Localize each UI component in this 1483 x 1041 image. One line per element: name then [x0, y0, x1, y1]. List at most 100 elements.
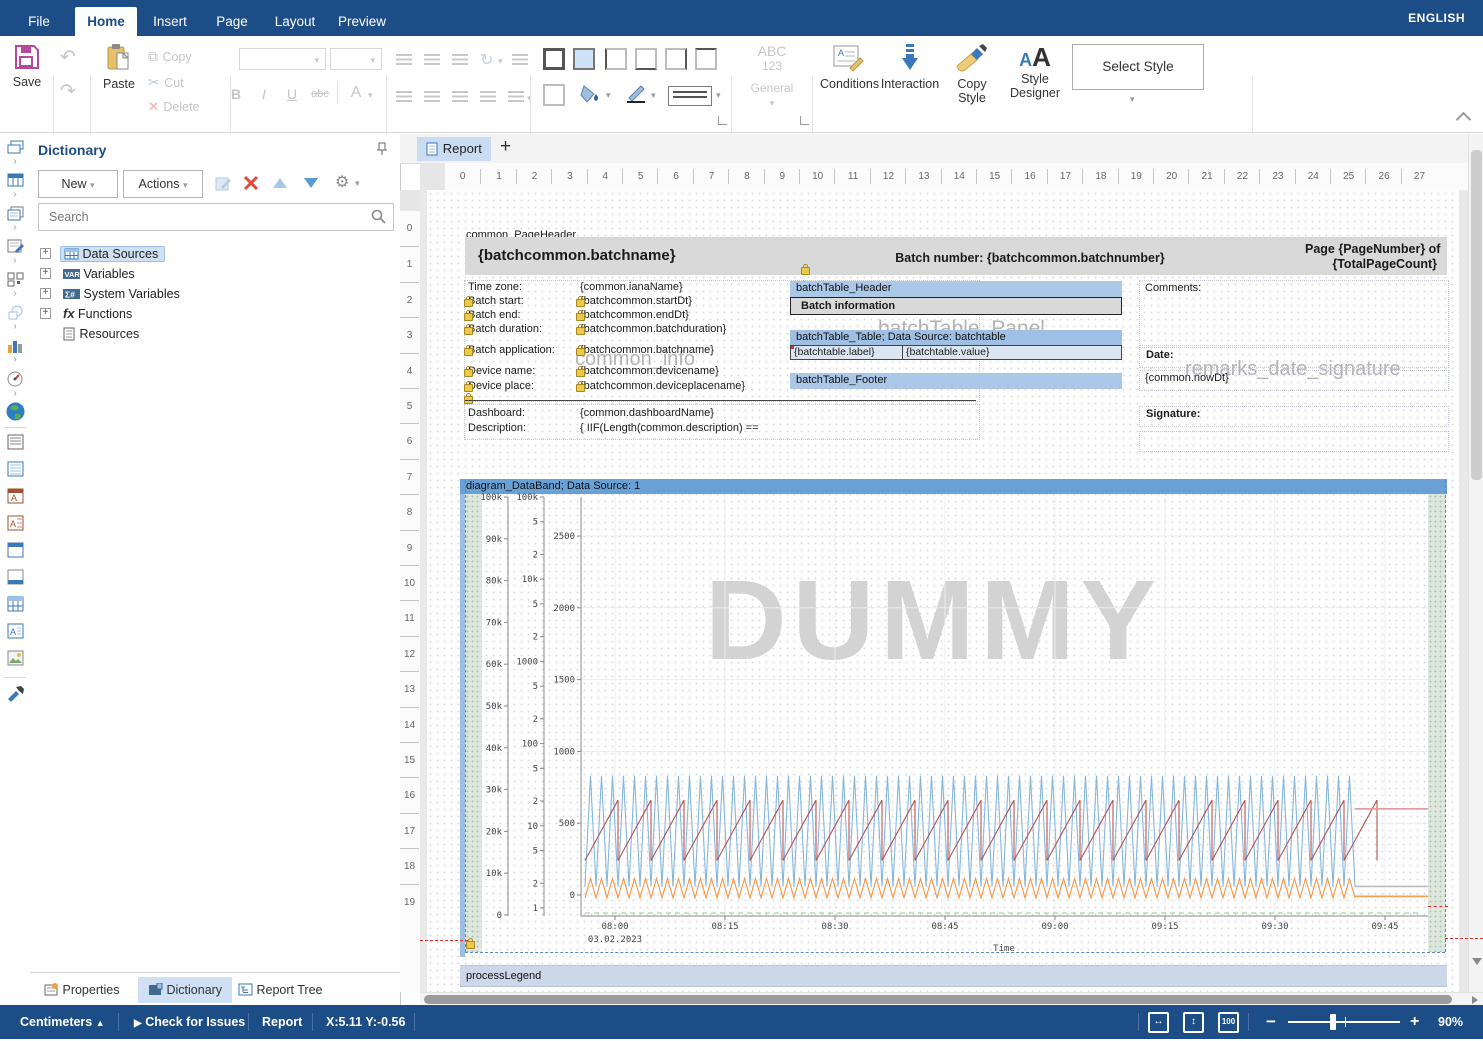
tree-item-system-variables[interactable]: + Σ# System Variables — [40, 284, 180, 304]
chevron-icon[interactable]: › — [0, 354, 30, 365]
zoom-level[interactable]: 90% — [1438, 1005, 1463, 1039]
text-in-cells-icon[interactable]: A — [7, 515, 24, 531]
shapes-group-icon[interactable] — [7, 305, 24, 320]
tab-file[interactable]: File — [10, 7, 68, 36]
chevron-icon[interactable]: › — [0, 189, 30, 200]
redo-icon[interactable]: ↷ — [60, 80, 76, 103]
copy-button[interactable]: ⧉ Copy — [148, 48, 192, 66]
signature-label[interactable]: Signature: — [1146, 408, 1200, 420]
new-button[interactable]: New ▾ — [38, 170, 118, 198]
zoom-out-button[interactable]: − — [1266, 1005, 1276, 1039]
units-selector[interactable]: Centimeters ▲ — [20, 1005, 105, 1040]
interaction-button[interactable]: Interaction — [878, 44, 942, 91]
move-up-icon[interactable] — [273, 178, 287, 188]
pin-icon[interactable] — [376, 142, 388, 156]
text-component-icon[interactable]: A — [7, 488, 24, 504]
info-label[interactable]: Batch duration: — [468, 323, 542, 335]
fill-color-icon[interactable] — [580, 84, 602, 104]
vertical-scrollbar-thumb[interactable] — [1471, 150, 1482, 480]
expand-icon[interactable]: + — [40, 268, 51, 279]
chevron-icon[interactable]: › — [0, 156, 30, 167]
text-format-dialog-launcher-icon[interactable] — [800, 116, 809, 125]
report-doc-tab[interactable]: Report — [417, 137, 491, 161]
tab-preview[interactable]: Preview — [329, 7, 395, 36]
dashboard-value[interactable]: {common.dashboardName} — [580, 407, 714, 419]
save-button[interactable]: Save — [10, 44, 44, 89]
top-border-button[interactable] — [695, 48, 717, 70]
info-label[interactable]: Batch end: — [468, 309, 521, 321]
signature-group-icon[interactable] — [7, 239, 24, 254]
chevron-icon[interactable]: › — [0, 321, 30, 332]
word-wrap-icon[interactable] — [512, 54, 528, 65]
outside-borders-button[interactable] — [573, 48, 595, 70]
chevron-icon[interactable]: › — [0, 255, 30, 266]
tab-properties[interactable]: Properties — [36, 977, 127, 1003]
text-rotation-icon[interactable]: ↻ — [480, 50, 493, 70]
actions-button[interactable]: Actions ▾ — [123, 170, 203, 198]
align-center-icon[interactable] — [424, 91, 440, 102]
report-title-band-icon[interactable] — [7, 434, 24, 450]
delete-item-icon[interactable] — [243, 175, 259, 191]
page-break-icon[interactable] — [7, 569, 24, 585]
select-style-button[interactable]: Select Style — [1072, 44, 1204, 90]
data-band-icon[interactable] — [7, 461, 24, 477]
barcode-group-icon[interactable] — [7, 272, 24, 287]
expand-icon[interactable]: + — [40, 248, 51, 259]
pages-group-icon[interactable] — [7, 140, 24, 155]
signature-line-box[interactable] — [1139, 431, 1449, 452]
search-icon[interactable] — [371, 209, 386, 224]
tab-page[interactable]: Page — [203, 7, 261, 36]
chevron-icon[interactable]: › — [0, 288, 30, 299]
report-status-item[interactable]: Report — [262, 1005, 302, 1039]
vertical-scrollbar[interactable] — [1468, 134, 1483, 992]
info-value[interactable]: {batchcommon.deviceplacename} — [580, 380, 745, 392]
font-name-select[interactable]: ▾ — [239, 48, 326, 70]
font-size-select[interactable]: ▾ — [330, 48, 382, 70]
date-box[interactable] — [1139, 347, 1449, 368]
undo-icon[interactable]: ↶ — [60, 46, 76, 69]
border-style-select[interactable] — [668, 86, 712, 106]
batch-table-footer-band[interactable]: batchTable_Footer — [790, 373, 1122, 389]
horizontal-scrollbar-thumb[interactable] — [424, 995, 1452, 1004]
horizontal-scrollbar[interactable] — [420, 992, 1483, 1006]
batch-table-data-band[interactable]: batchTable_Table; Data Source: batchtabl… — [790, 330, 1122, 345]
align-top-icon[interactable] — [396, 54, 412, 65]
batch-information-cell[interactable]: Batch information — [790, 297, 1122, 315]
bottom-border-button[interactable] — [635, 48, 657, 70]
tab-layout[interactable]: Layout — [264, 7, 326, 36]
tree-item-resources[interactable]: Resources — [40, 324, 139, 344]
borders-dialog-launcher-icon[interactable] — [718, 116, 727, 125]
batch-table-cell-label[interactable]: {batchtable.label} — [790, 345, 903, 360]
info-value[interactable]: {common.ianaName} — [580, 281, 683, 293]
scroll-down-icon[interactable] — [1472, 958, 1482, 965]
description-value[interactable]: { IIF(Length(common.description) == — [580, 422, 759, 434]
info-label[interactable]: Device name: — [468, 365, 535, 377]
tab-dictionary[interactable]: Dictionary — [138, 977, 232, 1003]
image-component-icon[interactable] — [7, 650, 24, 666]
left-border-button[interactable] — [605, 48, 627, 70]
add-page-button[interactable]: + — [500, 136, 511, 158]
components-group-icon[interactable] — [7, 206, 24, 221]
paste-button[interactable]: Paste — [100, 44, 138, 91]
expand-icon[interactable]: + — [40, 308, 51, 319]
align-left-icon[interactable] — [396, 91, 412, 102]
info-value[interactable]: {batchcommon.batchname} — [580, 344, 714, 356]
tab-home[interactable]: Home — [75, 7, 137, 36]
tools-icon[interactable] — [6, 685, 25, 703]
date-label[interactable]: Date: — [1146, 349, 1174, 361]
line-spacing-icon[interactable] — [508, 91, 524, 102]
scroll-right-icon[interactable] — [1472, 996, 1478, 1004]
cut-button[interactable]: ✂ Cut — [148, 74, 184, 92]
search-input[interactable] — [47, 205, 361, 229]
info-label[interactable]: Time zone: — [468, 281, 522, 293]
edit-icon[interactable] — [215, 175, 232, 191]
fit-page-width-icon[interactable]: ↔ — [1148, 1012, 1169, 1033]
rich-text-icon[interactable]: A — [7, 623, 24, 639]
zo om-slider-thumb[interactable] — [1330, 1014, 1336, 1030]
strikethrough-button[interactable]: abc — [308, 88, 332, 100]
process-legend-band[interactable]: processLegend — [460, 965, 1447, 987]
fit-page-height-icon[interactable]: ↕ — [1183, 1012, 1204, 1033]
align-right-icon[interactable] — [452, 91, 468, 102]
underline-button[interactable]: U — [280, 86, 304, 102]
style-designer-button[interactable]: AA Style Designer — [1002, 42, 1068, 100]
